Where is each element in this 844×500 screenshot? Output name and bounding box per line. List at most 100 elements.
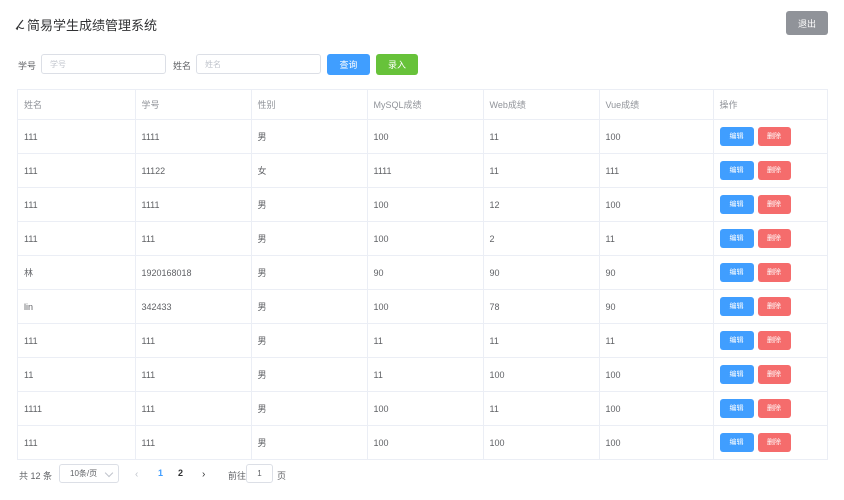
edit-button[interactable]: 编辑 (719, 161, 754, 180)
cell-mysql-score: 100 (367, 425, 484, 459)
page-number-2[interactable]: 2 (178, 468, 183, 478)
cell-student-no: 111 (135, 221, 252, 256)
cell-actions: 编辑 删除 (713, 187, 827, 222)
cell-student-no: 342433 (135, 289, 252, 324)
cell-student-no: 11122 (135, 153, 252, 188)
cell-name: 111 (18, 221, 136, 256)
cell-vue-score: 111 (599, 153, 714, 188)
edit-button[interactable]: 编辑 (719, 229, 754, 248)
cell-gender: 男 (251, 187, 368, 222)
cell-actions: 编辑 删除 (713, 289, 827, 324)
cell-web-score: 78 (483, 289, 600, 324)
add-button[interactable]: 录入 (376, 54, 418, 75)
cell-name: 111 (18, 187, 136, 222)
cell-actions: 编辑 删除 (713, 357, 827, 392)
cell-gender: 男 (251, 425, 368, 459)
delete-button[interactable]: 删除 (757, 263, 791, 282)
delete-button[interactable]: 删除 (757, 433, 791, 452)
cell-gender: 男 (251, 221, 368, 256)
cell-student-no: 111 (135, 425, 252, 459)
cell-vue-score: 11 (599, 221, 714, 256)
table-row: 111 111 男 100 2 11 编辑 删除 (18, 221, 827, 256)
column-header-student-no: 学号 (135, 90, 252, 120)
edit-button[interactable]: 编辑 (719, 127, 754, 146)
page-size-select[interactable]: 10条/页 (59, 464, 119, 483)
cell-name: 111 (18, 425, 136, 459)
cell-vue-score: 90 (599, 255, 714, 290)
name-input[interactable] (196, 54, 321, 74)
cell-mysql-score: 1111 (367, 153, 484, 188)
edit-button[interactable]: 编辑 (719, 331, 754, 350)
cell-gender: 男 (251, 255, 368, 290)
cell-student-no: 1111 (135, 119, 252, 154)
delete-button[interactable]: 删除 (757, 399, 791, 418)
table-row: 111 111 男 100 100 100 编辑 删除 (18, 425, 827, 460)
cell-mysql-score: 100 (367, 391, 484, 426)
cell-vue-score: 100 (599, 187, 714, 222)
cell-vue-score: 100 (599, 391, 714, 426)
cell-gender: 男 (251, 119, 368, 154)
cell-name: 11 (18, 357, 136, 392)
cell-vue-score: 100 (599, 357, 714, 392)
cell-gender: 男 (251, 289, 368, 324)
query-button[interactable]: 查询 (327, 54, 370, 75)
score-table: 姓名 学号 性别 MySQL成绩 Web成绩 Vue成绩 操作 111 1111 男… (17, 89, 828, 460)
delete-button[interactable]: 删除 (757, 127, 791, 146)
delete-button[interactable]: 删除 (757, 229, 791, 248)
cell-mysql-score: 100 (367, 187, 484, 222)
next-page-icon[interactable]: › (202, 469, 205, 480)
column-header-actions: 操作 (713, 90, 827, 120)
cell-name: 111 (18, 153, 136, 188)
cell-web-score: 2 (483, 221, 600, 256)
cell-actions: 编辑 删除 (713, 255, 827, 290)
delete-button[interactable]: 删除 (757, 297, 791, 316)
cell-name: 林 (18, 255, 136, 290)
pagination: 共 12 条 10条/页 ‹ 1 2 › 前往 页 (0, 464, 844, 484)
edit-button[interactable]: 编辑 (719, 195, 754, 214)
name-label: 姓名 (173, 61, 192, 71)
cell-mysql-score: 100 (367, 221, 484, 256)
cell-actions: 编辑 删除 (713, 221, 827, 256)
delete-button[interactable]: 删除 (757, 365, 791, 384)
cell-name: 111 (18, 119, 136, 154)
cell-vue-score: 11 (599, 323, 714, 358)
cell-actions: 编辑 删除 (713, 426, 827, 460)
table-row: lin 342433 男 100 78 90 编辑 删除 (18, 289, 827, 324)
prev-page-icon[interactable]: ‹ (135, 469, 138, 480)
edit-button[interactable]: 编辑 (719, 365, 754, 384)
edit-button[interactable]: 编辑 (719, 433, 754, 452)
edit-button[interactable]: 编辑 (719, 297, 754, 316)
cell-gender: 男 (251, 391, 368, 426)
page-size-value: 10条/页 (70, 469, 98, 478)
cell-web-score: 11 (483, 391, 600, 426)
delete-button[interactable]: 删除 (757, 161, 791, 180)
table-body: 111 1111 男 100 11 100 编辑 删除 111 11122 女 1111 11 111 编辑… (18, 119, 827, 460)
cell-web-score: 90 (483, 255, 600, 290)
cell-name: 111 (18, 323, 136, 358)
delete-button[interactable]: 删除 (757, 331, 791, 350)
cell-gender: 女 (251, 153, 368, 188)
cell-name: 1111 (18, 391, 136, 426)
cell-web-score: 11 (483, 323, 600, 358)
cell-web-score: 11 (483, 153, 600, 188)
table-header-row: 姓名 学号 性别 MySQL成绩 Web成绩 Vue成绩 操作 (18, 90, 827, 120)
column-header-name: 姓名 (18, 90, 136, 120)
cell-gender: 男 (251, 323, 368, 358)
cell-vue-score: 100 (599, 425, 714, 459)
logout-button[interactable]: 退出 (786, 11, 828, 35)
column-header-mysql-score: MySQL成绩 (367, 90, 484, 120)
page-number-1[interactable]: 1 (158, 468, 163, 478)
cell-student-no: 111 (135, 391, 252, 426)
edit-button[interactable]: 编辑 (719, 263, 754, 282)
delete-button[interactable]: 删除 (757, 195, 791, 214)
cell-actions: 编辑 删除 (713, 391, 827, 426)
edit-button[interactable]: 编辑 (719, 399, 754, 418)
goto-page-input[interactable] (246, 464, 273, 483)
table-row: 111 11122 女 1111 11 111 编辑 删除 (18, 153, 827, 188)
student-no-input[interactable] (41, 54, 166, 74)
cell-web-score: 100 (483, 357, 600, 392)
app-title-text: 简易学生成绩管理系统 (27, 18, 158, 33)
pagination-total: 共 12 条 (19, 471, 53, 481)
cell-actions: 编辑 删除 (713, 119, 827, 154)
column-header-gender: 性别 (251, 90, 368, 120)
